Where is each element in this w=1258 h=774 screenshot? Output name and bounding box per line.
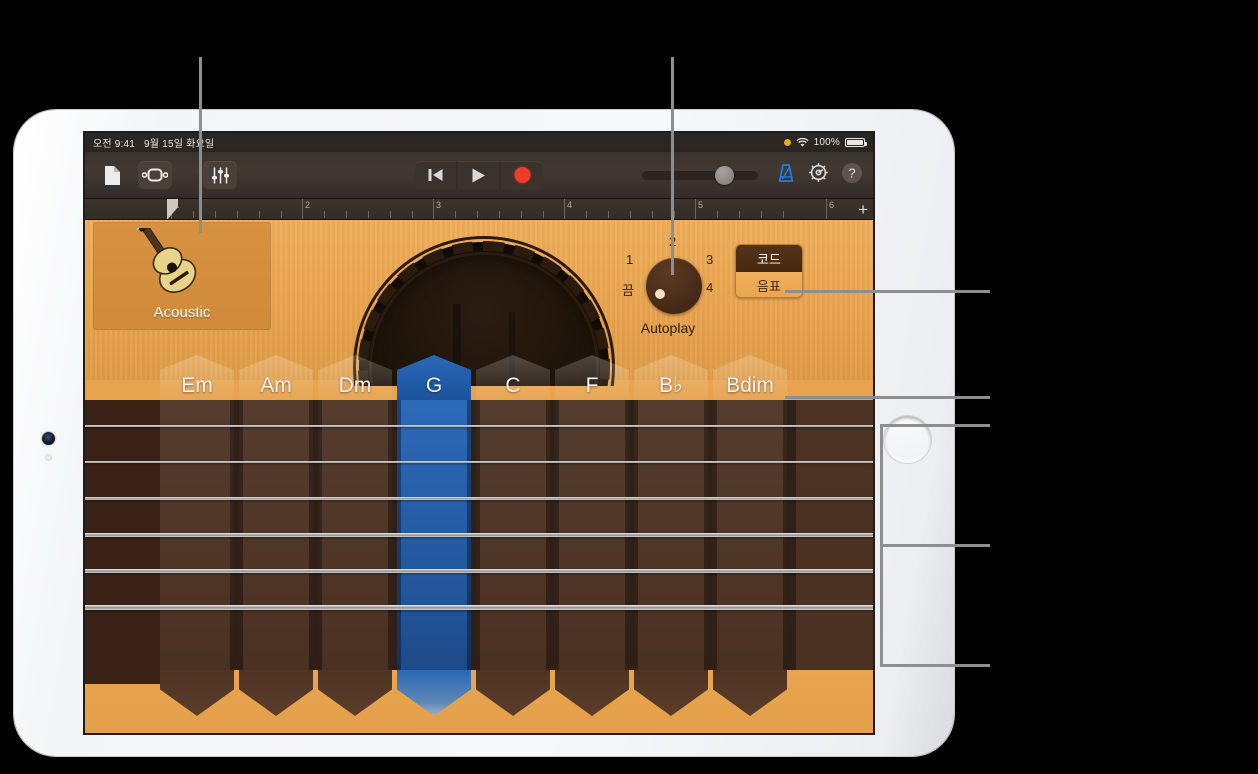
pick-shape[interactable] [634,670,708,716]
metronome-icon [778,163,794,182]
ruler-mark: 5 [698,200,704,210]
toggle-notes-button[interactable]: 음표 [736,272,802,297]
autoplay-knob[interactable] [646,258,702,314]
pick-shape[interactable] [318,670,392,716]
ambient-sensor-icon [45,454,52,461]
help-button[interactable]: ? [841,162,863,189]
add-track-button[interactable]: + [858,201,868,218]
svg-text:?: ? [848,165,855,180]
ruler-mark: 6 [829,200,835,210]
ruler-mark: 2 [305,200,311,210]
status-bar: 오전 9:41 9월 15일 화요일 100% [85,133,873,152]
chord-button-f[interactable]: F [555,355,629,405]
guitar-string[interactable] [85,461,873,464]
settings-button[interactable] [808,162,829,188]
track-controls-icon [211,167,229,183]
instrument-selector[interactable]: Acoustic [93,222,271,330]
recording-indicator-icon [783,139,791,146]
autoplay-label: Autoplay [640,320,696,336]
gear-icon [809,163,828,182]
record-button[interactable] [501,161,544,189]
autoplay-position-1[interactable]: 1 [626,252,633,267]
pick-shape[interactable] [713,670,787,716]
callout-line-autoplay [671,57,674,275]
callout-line-fretboard [880,544,990,547]
fretboard[interactable] [85,400,873,670]
guitar-instrument-area: Acoustic 끔 1 2 3 4 Autoplay 코드 음표 [85,220,873,733]
ruler-mark: 4 [567,200,573,210]
chord-button-bflat[interactable]: B♭ [634,355,708,405]
autoplay-position-3[interactable]: 3 [706,252,713,267]
pick-shape[interactable] [160,670,234,716]
autoplay-position-off[interactable]: 끔 [622,280,634,299]
autoplay-position-4[interactable]: 4 [706,280,713,295]
callout-line-view-toggle [785,290,990,293]
pick-shape[interactable] [239,670,313,716]
help-icon: ? [842,162,862,183]
pick-row [85,670,873,733]
my-songs-button[interactable] [95,161,129,189]
loop-browser-icon [142,168,168,182]
play-icon [472,168,485,182]
master-volume-slider[interactable] [642,165,758,185]
document-icon [104,165,120,185]
chord-button-bdim[interactable]: Bdim [713,355,787,405]
pick-shape[interactable] [555,670,629,716]
status-date: 9월 15일 화요일 [144,139,215,150]
playhead[interactable] [167,199,180,219]
chord-button-g[interactable]: G [397,355,471,405]
battery-percent-label: 100% [813,137,840,148]
play-button[interactable] [458,161,501,189]
guitar-string[interactable] [85,425,873,427]
chord-button-am[interactable]: Am [239,355,313,405]
record-icon [514,167,530,183]
battery-icon [845,138,867,147]
autoplay-knob-indicator [655,289,665,299]
instrument-name-label: Acoustic [153,304,211,321]
app-toolbar: ? [85,152,873,199]
callout-line-instrument [199,57,202,233]
autoplay-control[interactable]: 끔 1 2 3 4 Autoplay [622,234,714,338]
chord-button-dm[interactable]: Dm [318,355,392,405]
callout-line-chord-strip [785,396,990,399]
chord-button-em[interactable]: Em [160,355,234,405]
metronome-button[interactable] [776,163,796,188]
acoustic-guitar-icon [136,228,197,293]
toggle-chords-button[interactable]: 코드 [736,245,802,272]
guitar-string[interactable] [85,533,873,537]
guitar-string[interactable] [85,605,873,611]
status-time: 오전 9:41 [93,139,136,150]
pick-shape[interactable] [476,670,550,716]
chord-strip: Em Am Dm G C F B♭ Bdim [85,355,873,405]
guitar-string[interactable] [85,497,873,500]
ipad-device-frame: 오전 9:41 9월 15일 화요일 100% ? 2 3 4 5 6 + Ac… [14,110,954,756]
pick-row-left-edge [85,670,160,684]
track-controls-button[interactable] [203,161,237,189]
front-camera-icon [42,432,55,445]
transport-controls [414,161,544,189]
guitar-string[interactable] [85,569,873,574]
rewind-button[interactable] [415,161,458,189]
ipad-screen: 오전 9:41 9월 15일 화요일 100% ? 2 3 4 5 6 + Ac… [85,133,873,733]
rewind-icon [428,169,442,181]
master-volume-knob[interactable] [715,165,734,185]
pick-shape-selected[interactable] [397,670,471,716]
loop-browser-button[interactable] [138,161,172,189]
chord-button-c[interactable]: C [476,355,550,405]
wifi-icon [796,137,809,147]
timeline-ruler[interactable]: 1 2 3 4 5 6 + [85,199,873,220]
ruler-mark: 3 [436,200,442,210]
